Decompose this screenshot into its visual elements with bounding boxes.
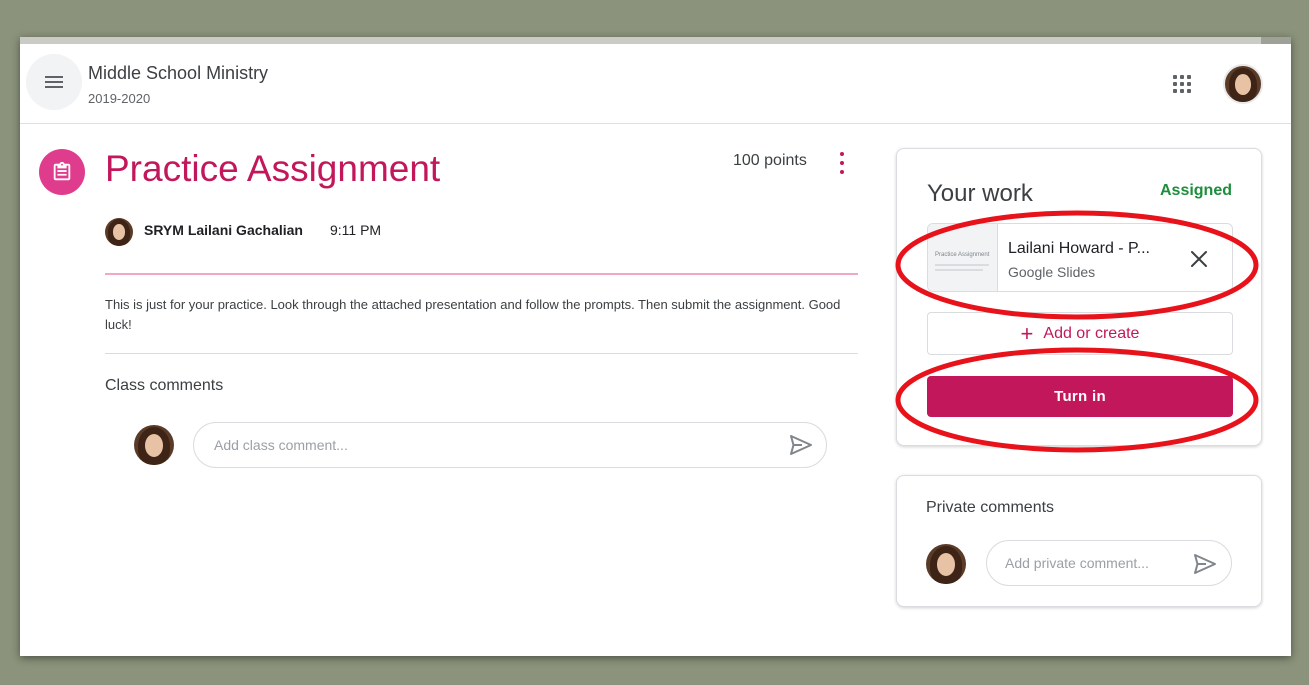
assignment-clipboard-icon xyxy=(39,149,85,195)
thumbnail-title: Practice Assignment xyxy=(935,252,990,258)
more-options-icon[interactable] xyxy=(834,152,850,174)
account-avatar[interactable] xyxy=(1223,64,1263,104)
assignment-time: 9:11 PM xyxy=(330,222,382,238)
status-badge: Assigned xyxy=(1159,182,1232,199)
google-apps-grid-icon[interactable] xyxy=(1168,71,1194,97)
classroom-window: Middle School Ministry 2019-2020 Practic… xyxy=(20,37,1291,656)
class-name[interactable]: Middle School Ministry xyxy=(88,63,268,84)
slides-thumbnail: Practice Assignment xyxy=(928,224,998,291)
commenter-avatar xyxy=(134,425,174,465)
private-send-icon[interactable] xyxy=(1193,553,1217,575)
class-comments-label: Class comments xyxy=(105,377,224,394)
app-header: Middle School Ministry 2019-2020 xyxy=(20,44,1291,124)
assignment-description: This is just for your practice. Look thr… xyxy=(105,297,841,332)
remove-attachment-icon[interactable] xyxy=(1186,246,1212,272)
add-or-create-label: Add or create xyxy=(1043,324,1140,342)
assignment-points: 100 points xyxy=(733,152,807,169)
private-commenter-avatar xyxy=(926,544,966,584)
description-divider xyxy=(105,353,858,354)
your-work-title: Your work xyxy=(927,180,1033,207)
private-comments-card: Private comments xyxy=(896,475,1262,607)
hamburger-menu-icon xyxy=(45,76,63,88)
assignment-author: SRYM Lailani Gachalian xyxy=(144,222,303,238)
attachment-card[interactable]: Practice Assignment Lailani Howard - P..… xyxy=(927,223,1233,292)
your-work-card: Your work Assigned Practice Assignment L… xyxy=(896,148,1262,446)
attachment-type: Google Slides xyxy=(1008,264,1096,280)
assignment-title: Practice Assignment xyxy=(105,148,441,189)
author-avatar xyxy=(105,218,133,246)
attachment-name[interactable]: Lailani Howard - P... xyxy=(1008,240,1178,258)
add-or-create-button[interactable]: + Add or create xyxy=(927,312,1233,355)
plus-icon: + xyxy=(1020,320,1034,346)
class-comment-input[interactable] xyxy=(193,422,827,468)
send-icon[interactable] xyxy=(789,434,813,456)
window-top-bar xyxy=(20,37,1291,44)
main-menu-button[interactable] xyxy=(26,54,82,110)
title-divider xyxy=(105,273,858,275)
private-comments-title: Private comments xyxy=(926,499,1055,516)
class-term: 2019-2020 xyxy=(88,91,151,106)
turn-in-button[interactable]: Turn in xyxy=(927,376,1233,417)
window-top-bar-end xyxy=(1261,37,1291,44)
